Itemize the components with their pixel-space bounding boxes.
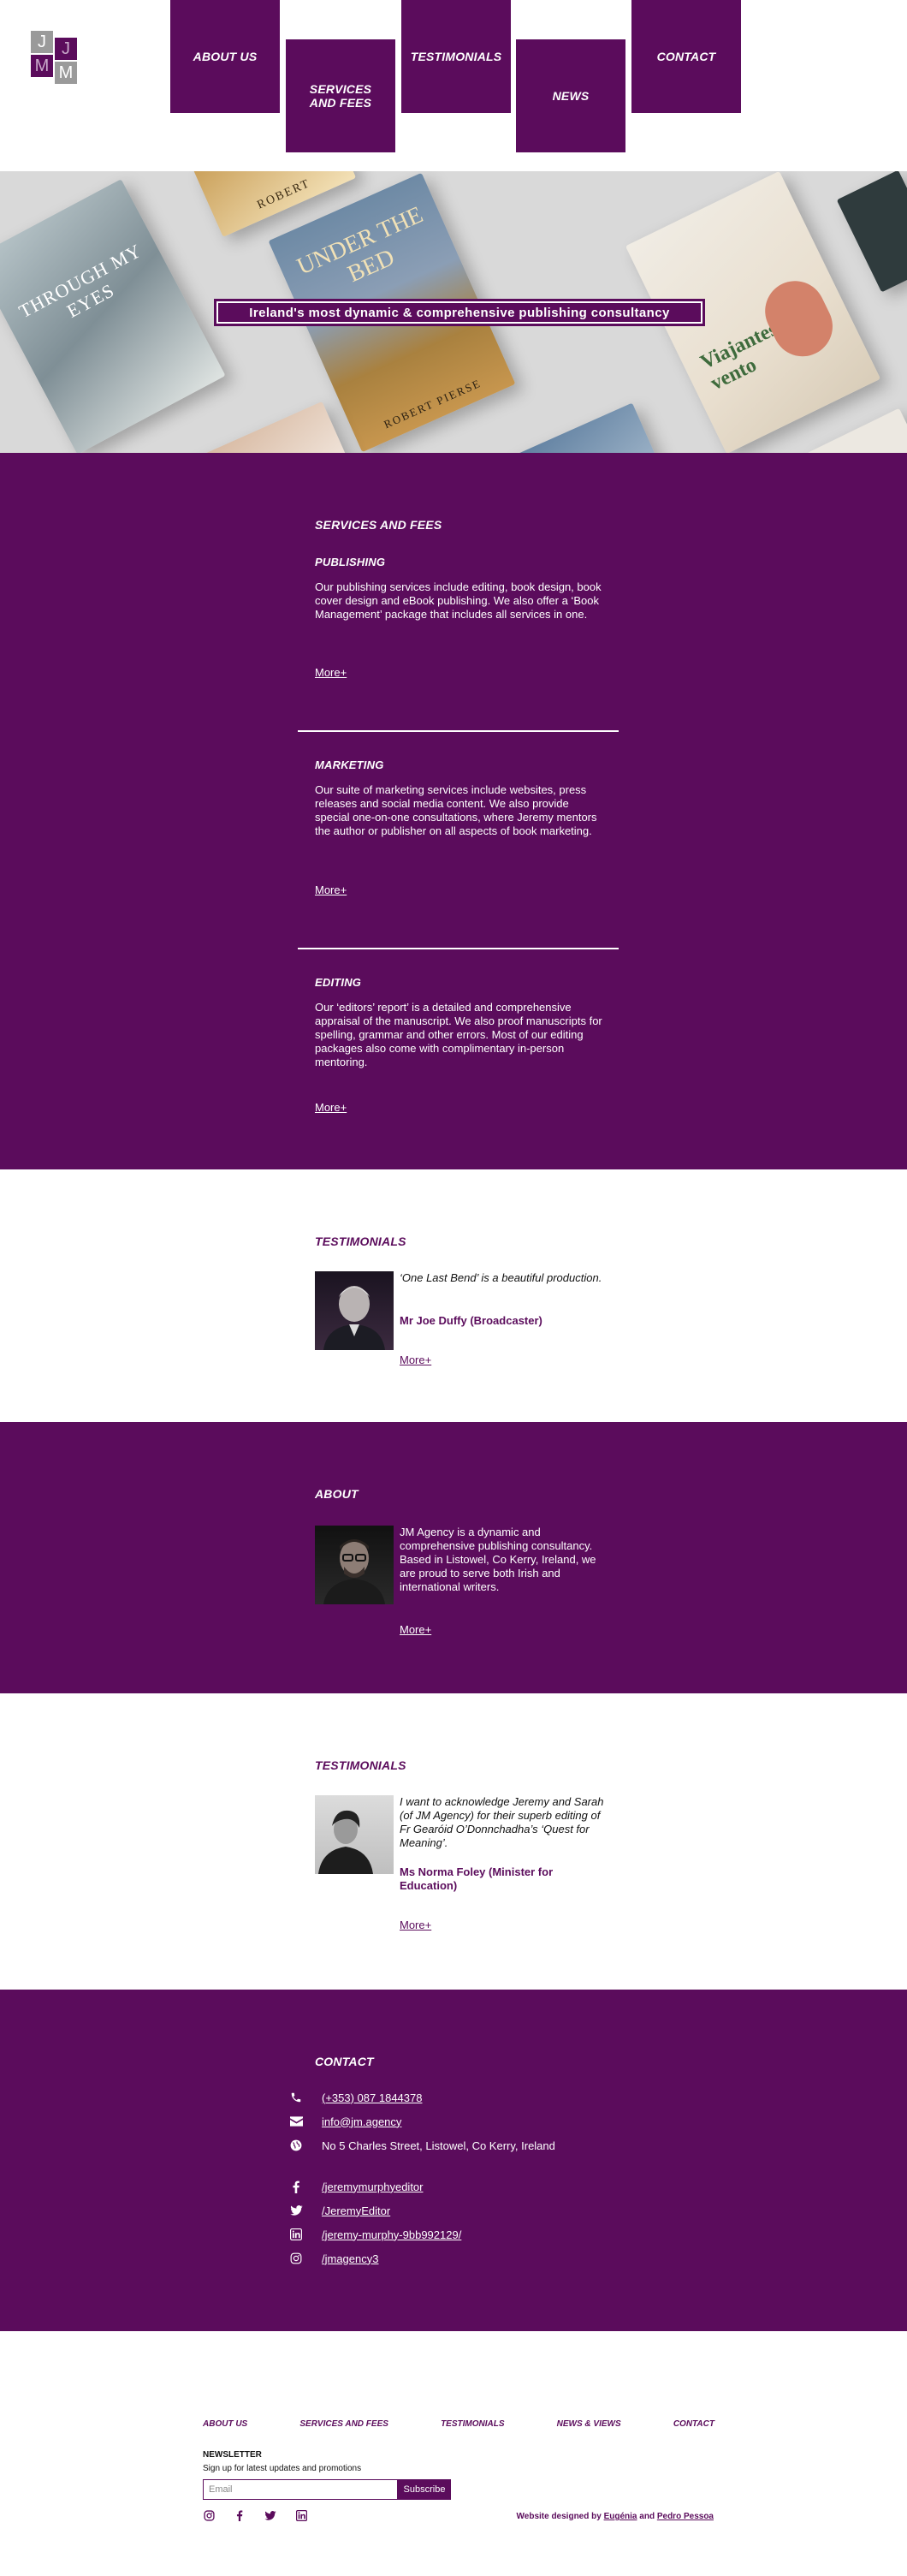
footer-nav-about[interactable]: ABOUT US	[203, 2419, 247, 2429]
testimonials-title: TESTIMONIALS	[315, 1234, 406, 1248]
facebook-link[interactable]: /jeremymurphyeditor	[322, 2180, 424, 2193]
book-title: UNDER THE BED	[293, 201, 427, 289]
book-cover-bottom-left	[189, 401, 350, 453]
book-author: ROBERT PIERSE	[382, 376, 483, 431]
nav-services[interactable]: SERVICES AND FEES	[286, 39, 395, 152]
contact-instagram-row: /jmagency3	[289, 2252, 378, 2265]
phone-icon	[289, 2091, 303, 2104]
nav-testimonials[interactable]: TESTIMONIALS	[401, 0, 511, 113]
logo-letter: J	[55, 38, 77, 60]
credit-link-pedro[interactable]: Pedro Pessoa	[657, 2512, 714, 2521]
more-link-marketing[interactable]: More+	[315, 883, 347, 896]
linkedin-icon[interactable]	[295, 2509, 307, 2521]
more-link-editing[interactable]: More+	[315, 1101, 347, 1114]
service-text-marketing: Our suite of marketing services include …	[315, 783, 597, 837]
about-title: ABOUT	[315, 1487, 359, 1501]
testimonial-more-link[interactable]: More+	[400, 1353, 431, 1366]
about-more-link[interactable]: More+	[400, 1623, 431, 1636]
facebook-icon[interactable]	[234, 2509, 246, 2521]
testimonial-more-link[interactable]: More+	[400, 1919, 431, 1931]
divider	[298, 948, 619, 949]
jm-logo[interactable]: J J M M	[31, 31, 80, 87]
footer-nav: ABOUT US SERVICES AND FEES TESTIMONIALS …	[203, 2419, 714, 2429]
site-header: J J M M ABOUT US SERVICES AND FEES TESTI…	[0, 0, 907, 171]
designer-credit: Website designed by Eugénia and Pedro Pe…	[517, 2512, 714, 2521]
service-heading-publishing: PUBLISHING	[315, 556, 386, 568]
testimonials-section-1: TESTIMONIALS ‘One Last Bend’ is a beauti…	[0, 1169, 907, 1422]
facebook-icon	[289, 2180, 303, 2193]
envelope-icon	[289, 2115, 303, 2128]
book-cover-bottom-right	[806, 408, 907, 453]
service-text-publishing: Our publishing services include editing,…	[315, 580, 602, 621]
twitter-icon[interactable]	[264, 2509, 276, 2521]
instagram-link[interactable]: /jmagency3	[322, 2252, 378, 2265]
email-link[interactable]: info@jm.agency	[322, 2115, 401, 2128]
credit-prefix: Website designed by	[516, 2512, 602, 2521]
contact-phone-row: (+353) 087 1844378	[289, 2091, 422, 2104]
hero-tagline: Ireland's most dynamic & comprehensive p…	[214, 299, 705, 326]
footer-nav-testimonials[interactable]: TESTIMONIALS	[441, 2419, 504, 2429]
contact-section: CONTACT (+353) 087 1844378 info@jm.agenc…	[0, 1990, 907, 2331]
about-photo-jeremy	[315, 1526, 394, 1604]
credit-and: and	[639, 2512, 655, 2521]
logo-letter: J	[31, 31, 53, 53]
newsletter-email-input[interactable]	[203, 2479, 398, 2500]
hero-banner-image: THROUGH MY EYES ROBERT UNDER THE BED ROB…	[0, 171, 907, 453]
newsletter-title: NEWSLETTER	[203, 2450, 262, 2460]
address-text: No 5 Charles Street, Listowel, Co Kerry,…	[322, 2139, 555, 2152]
logo-letter: M	[31, 55, 53, 77]
contact-linkedin-row: /jeremy-murphy-9bb992129/	[289, 2228, 461, 2241]
service-text-editing: Our ‘editors’ report’ is a detailed and …	[315, 1001, 602, 1068]
twitter-link[interactable]: /JeremyEditor	[322, 2204, 390, 2217]
testimonial-photo-norma-foley	[315, 1795, 394, 1874]
book-title: THROUGH MY EYES	[15, 239, 145, 323]
divider	[298, 730, 619, 732]
twitter-icon	[289, 2204, 303, 2217]
nav-contact[interactable]: CONTACT	[631, 0, 741, 113]
linkedin-link[interactable]: /jeremy-murphy-9bb992129/	[322, 2228, 461, 2241]
contact-title: CONTACT	[315, 2055, 374, 2068]
phone-link[interactable]: (+353) 087 1844378	[322, 2091, 422, 2104]
about-text: JM Agency is a dynamic and comprehensive…	[400, 1526, 596, 1593]
footer-nav-services[interactable]: SERVICES AND FEES	[299, 2419, 388, 2429]
testimonial-photo-joe-duffy	[315, 1271, 394, 1350]
instagram-icon	[289, 2252, 303, 2265]
testimonial-author: Ms Norma Foley (Minister for Education)	[400, 1865, 554, 1892]
footer-nav-contact[interactable]: CONTACT	[673, 2419, 714, 2429]
testimonial-quote: I want to acknowledge Jeremy and Sarah (…	[400, 1795, 604, 1849]
footer-nav-news[interactable]: NEWS & VIEWS	[557, 2419, 621, 2429]
footer-social-icons	[203, 2509, 307, 2521]
about-section: ABOUT JM Agency is a dynamic and compreh…	[0, 1422, 907, 1693]
contact-email-row: info@jm.agency	[289, 2115, 401, 2128]
nav-about[interactable]: ABOUT US	[170, 0, 280, 113]
contact-twitter-row: /JeremyEditor	[289, 2204, 390, 2217]
nav-news[interactable]: NEWS	[516, 39, 625, 152]
instagram-icon[interactable]	[203, 2509, 215, 2521]
credit-link-eugenia[interactable]: Eugénia	[604, 2512, 637, 2521]
testimonials-title: TESTIMONIALS	[315, 1758, 406, 1772]
contact-address-row: No 5 Charles Street, Listowel, Co Kerry,…	[289, 2139, 555, 2152]
book-cover-bottom-mid	[507, 402, 657, 453]
newsletter-subtitle: Sign up for latest updates and promotion…	[203, 2464, 362, 2473]
testimonials-section-2: TESTIMONIALS I want to acknowledge Jerem…	[0, 1693, 907, 1990]
services-title: SERVICES AND FEES	[315, 518, 442, 532]
linkedin-icon	[289, 2228, 303, 2241]
testimonial-quote: ‘One Last Bend’ is a beautiful productio…	[400, 1271, 602, 1284]
logo-letter: M	[55, 62, 77, 84]
book-cover-dark	[836, 171, 907, 293]
subscribe-button[interactable]: Subscribe	[398, 2479, 451, 2500]
book-cover-through-my-eyes: THROUGH MY EYES	[0, 179, 226, 453]
contact-facebook-row: /jeremymurphyeditor	[289, 2180, 424, 2193]
service-heading-marketing: MARKETING	[315, 759, 384, 771]
services-section: SERVICES AND FEES PUBLISHING Our publish…	[0, 453, 907, 1169]
service-heading-editing: EDITING	[315, 976, 362, 989]
testimonial-author: Mr Joe Duffy (Broadcaster)	[400, 1314, 542, 1327]
more-link-publishing[interactable]: More+	[315, 666, 347, 679]
globe-icon	[289, 2139, 303, 2152]
